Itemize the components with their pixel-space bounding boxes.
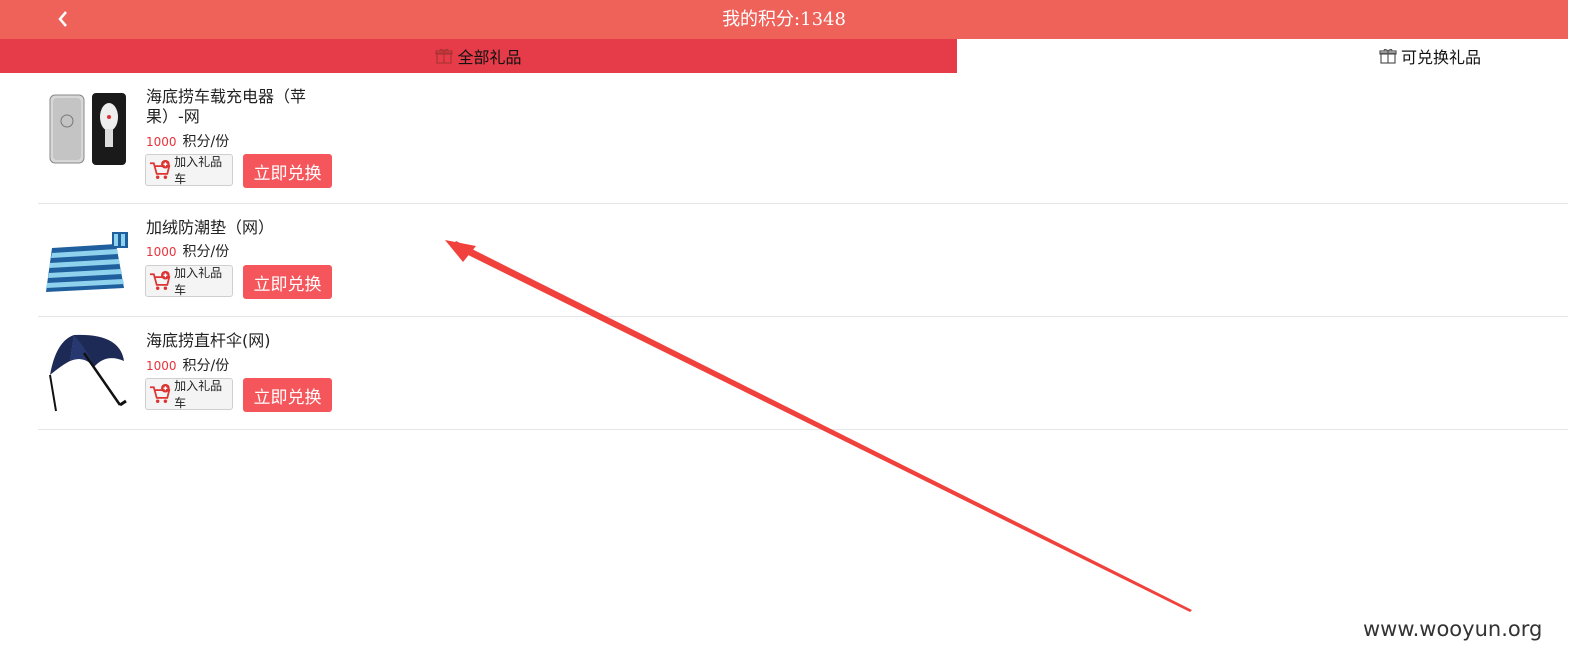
tab-exchangeable-gifts[interactable]: 可兑换礼品 — [957, 39, 1568, 73]
price-value: 1000 — [146, 359, 177, 373]
cart-plus-icon — [149, 383, 171, 403]
product-name: 海底捞直杆伞(网) — [146, 331, 271, 350]
exchange-now-button[interactable]: 立即兑换 — [243, 154, 332, 188]
tab-label: 全部礼品 — [457, 48, 522, 67]
exchange-now-button[interactable]: 立即兑换 — [243, 265, 332, 299]
add-to-cart-button[interactable]: 加入礼品车 — [145, 378, 233, 410]
tab-label: 可兑换礼品 — [1401, 48, 1482, 67]
page-title: 我的积分:1348 — [722, 9, 846, 30]
striped-mat-image — [46, 232, 128, 292]
cart-button-label: 加入礼品车 — [174, 155, 223, 186]
price-line: 1000 积分/份 — [146, 131, 229, 151]
list-item: 加绒防潮垫（网） 1000 积分/份 加入礼品车 立即兑换 — [38, 204, 1568, 317]
exchange-now-button[interactable]: 立即兑换 — [243, 378, 332, 412]
product-list: 海底捞车载充电器（苹果）-网 1000 积分/份 加入礼品车 立即兑换 加绒防潮… — [38, 73, 1568, 430]
gift-icon — [435, 48, 454, 64]
product-name: 海底捞车载充电器（苹果）-网 — [146, 87, 307, 126]
cart-button-label: 加入礼品车 — [174, 379, 223, 410]
tab-all-gifts[interactable]: 全部礼品 — [0, 39, 957, 73]
product-name: 加绒防潮垫（网） — [146, 218, 275, 237]
price-line: 1000 积分/份 — [146, 355, 229, 375]
tab-bar: 全部礼品 可兑换礼品 — [0, 39, 1568, 73]
cart-plus-icon — [149, 270, 171, 290]
list-item: 海底捞车载充电器（苹果）-网 1000 积分/份 加入礼品车 立即兑换 — [38, 73, 1568, 204]
price-unit: 积分/份 — [182, 134, 230, 150]
umbrella-image — [49, 334, 127, 412]
cart-button-label: 加入礼品车 — [174, 266, 223, 297]
price-line: 1000 积分/份 — [146, 241, 229, 261]
gift-icon — [1379, 48, 1397, 64]
price-unit: 积分/份 — [182, 244, 230, 260]
list-item: 海底捞直杆伞(网) 1000 积分/份 加入礼品车 立即兑换 — [38, 317, 1568, 430]
price-unit: 积分/份 — [182, 358, 230, 374]
add-to-cart-button[interactable]: 加入礼品车 — [145, 265, 233, 297]
watermark: www.wooyun.org — [1363, 617, 1543, 641]
price-value: 1000 — [146, 245, 177, 259]
header-bar: 我的积分:1348 — [0, 0, 1568, 39]
cart-plus-icon — [149, 159, 171, 179]
price-value: 1000 — [146, 135, 177, 149]
car-charger-image — [49, 93, 126, 165]
add-to-cart-button[interactable]: 加入礼品车 — [145, 154, 233, 186]
